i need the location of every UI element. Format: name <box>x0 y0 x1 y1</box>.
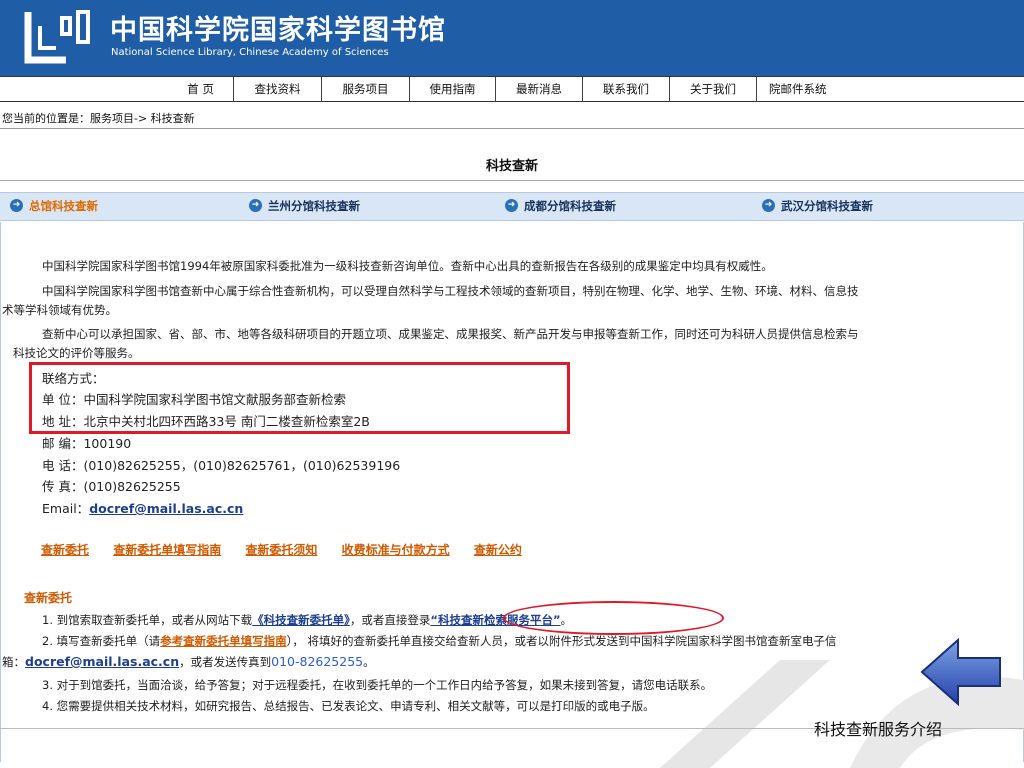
step-text: 。 <box>363 655 375 669</box>
main-nav: 首 页 查找资料 服务项目 使用指南 最新消息 联系我们 关于我们 院邮件系统 <box>0 76 1024 102</box>
contact-email-row: Email：docref@mail.las.ac.cn <box>42 498 243 517</box>
email-label: Email： <box>42 501 90 516</box>
nav-about-us[interactable]: 关于我们 <box>670 77 756 101</box>
tab-chengdu-branch[interactable]: ➜ 成都分馆科技查新 <box>505 193 616 220</box>
site-subtitle: National Science Library, Chinese Academ… <box>111 47 389 58</box>
intro-paragraph-1: 中国科学院国家科学图书馆1994年被原国家科委批准为一级科技查新咨询单位。查新中… <box>42 259 773 273</box>
link-commission[interactable]: 查新委托 <box>41 543 89 557</box>
link-commission-notice[interactable]: 查新委托须知 <box>245 543 317 557</box>
arrow-left-icon[interactable] <box>920 638 1002 706</box>
step-text: 箱： <box>2 655 25 669</box>
nav-home[interactable]: 首 页 <box>168 77 233 101</box>
intro-paragraph-2-cont: 术等学科领域有优势。 <box>2 303 117 317</box>
nav-email-system[interactable]: 院邮件系统 <box>757 77 857 101</box>
section-heading: 查新委托 <box>24 591 73 605</box>
divider <box>0 128 1024 129</box>
nav-contact-us[interactable]: 联系我们 <box>583 77 669 101</box>
email-link[interactable]: docref@mail.las.ac.cn <box>89 501 243 516</box>
circle-arrow-right-icon: ➜ <box>10 199 23 212</box>
link-novelty-convention[interactable]: 查新公约 <box>474 543 522 557</box>
contact-phone: 电 话：(010)82625255，(010)82625761，(010)625… <box>42 458 401 473</box>
tab-lanzhou-branch[interactable]: ➜ 兰州分馆科技查新 <box>249 193 360 220</box>
nav-news[interactable]: 最新消息 <box>496 77 582 101</box>
site-title: 中国科学院国家科学图书馆 <box>110 15 446 46</box>
email-link-inline[interactable]: docref@mail.las.ac.cn <box>25 654 179 669</box>
fax-number: 010-82625255 <box>271 654 364 669</box>
page-title: 科技查新 <box>485 159 538 174</box>
breadcrumb: 您当前的位置是：服务项目-> 科技查新 <box>2 112 195 125</box>
intro-paragraph-3: 查新中心可以承担国家、省、部、市、地等各级科研项目的开题立项、成果鉴定、成果报奖… <box>42 327 859 341</box>
step-1: 1. 到馆索取查新委托单，或者从网站下载《科技查新委托单》，或者直接登录“科技查… <box>42 612 572 628</box>
tab-wuhan-branch[interactable]: ➜ 武汉分馆科技查新 <box>762 193 873 220</box>
link-fees-payment[interactable]: 收费标准与付款方式 <box>342 543 450 557</box>
highlight-oval <box>503 601 724 635</box>
branch-tabs: ➜ 总馆科技查新 ➜ 兰州分馆科技查新 ➜ 成都分馆科技查新 ➜ 武汉分馆科技查新 <box>0 192 1024 221</box>
highlight-box <box>29 362 570 434</box>
slide-caption: 科技查新服务介绍 <box>814 720 943 739</box>
circle-arrow-right-icon: ➜ <box>249 199 262 212</box>
step-text: 1. 到馆索取查新委托单，或者从网站下载 <box>42 613 253 627</box>
intro-paragraph-2: 中国科学院国家科学图书馆查新中心属于综合性查新机构，可以受理自然科学与工程技术领… <box>42 284 859 298</box>
contact-postcode: 邮 编：100190 <box>42 436 132 451</box>
circle-arrow-right-icon: ➜ <box>505 199 518 212</box>
divider <box>0 180 1024 181</box>
tab-main-library[interactable]: ➜ 总馆科技查新 <box>10 193 98 220</box>
tab-label: 兰州分馆科技查新 <box>268 199 360 213</box>
service-links: 查新委托 查新委托单填写指南 查新委托须知 收费标准与付款方式 查新公约 <box>41 541 542 558</box>
nav-find-resources[interactable]: 查找资料 <box>234 77 321 101</box>
link-form-guide-inline[interactable]: 参考查新委托单填写指南 <box>160 634 287 648</box>
site-header: 中国科学院国家科学图书馆 National Science Library, C… <box>0 0 1024 76</box>
nav-services[interactable]: 服务项目 <box>322 77 409 101</box>
contact-fax: 传 真：(010)82625255 <box>42 479 181 494</box>
tab-label: 总馆科技查新 <box>29 199 98 213</box>
tab-label: 武汉分馆科技查新 <box>781 199 873 213</box>
step-4: 4. 您需要提供相关技术材料，如研究报告、总结报告、已发表论文、申请专利、相关文… <box>42 699 655 713</box>
step-text: ，或者直接登录 <box>349 613 431 627</box>
step-text: ，或者发送传真到 <box>179 655 272 669</box>
link-download-form[interactable]: 《科技查新委托单》 <box>252 613 350 627</box>
step-text: 2. 填写查新委托单（请 <box>42 634 161 648</box>
tab-label: 成都分馆科技查新 <box>524 199 616 213</box>
nav-user-guide[interactable]: 使用指南 <box>410 77 495 101</box>
intro-paragraph-3-cont: 科技论文的评价等服务。 <box>13 346 140 360</box>
circle-arrow-right-icon: ➜ <box>762 199 775 212</box>
link-form-guide[interactable]: 查新委托单填写指南 <box>113 543 221 557</box>
library-logo-icon <box>24 10 90 64</box>
step-2-cont: 箱：docref@mail.las.ac.cn，或者发送传真到010-82625… <box>2 654 375 670</box>
